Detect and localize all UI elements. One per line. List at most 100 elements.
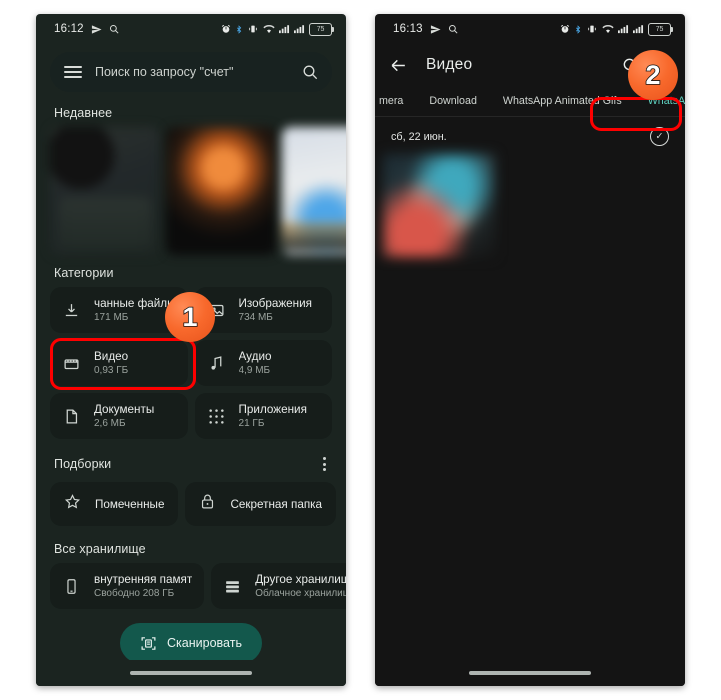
storage-grid: внутренняя памят Свободно 208 ГБ Другое … <box>36 563 346 609</box>
category-size: 2,6 МБ <box>94 418 126 429</box>
back-arrow-icon[interactable] <box>389 56 408 75</box>
bluetooth-icon <box>237 24 242 34</box>
collections-grid: Помеченные Секретная папка <box>36 482 346 526</box>
category-text: Изображения 734 МБ <box>239 297 312 323</box>
recent-section-title: Недавнее <box>54 106 113 120</box>
home-indicator[interactable] <box>130 671 252 675</box>
category-label: Аудио <box>238 350 272 363</box>
storage-label: внутренняя памят <box>94 573 193 586</box>
scan-button-wrap: Сканировать <box>36 623 346 663</box>
category-documents[interactable]: Документы 2,6 МБ <box>50 393 188 439</box>
category-apps[interactable]: Приложения 21 ГБ <box>194 393 332 439</box>
scan-button[interactable]: Сканировать <box>120 623 262 663</box>
collections-header: Подборки <box>54 453 328 475</box>
vibrate-icon <box>249 25 257 33</box>
kebab-menu-icon[interactable] <box>321 453 328 475</box>
page-title: Видео <box>426 56 473 73</box>
category-label: Приложения <box>238 403 307 416</box>
signal-icon <box>294 25 305 34</box>
collection-starred[interactable]: Помеченные <box>50 482 179 526</box>
screenshot-stage: 16:12 75 Поиск по запросу "счет" Недавне… <box>0 0 721 700</box>
tab-camera[interactable]: mera <box>377 91 405 111</box>
date-label: сб, 22 июн. <box>391 130 447 143</box>
category-label: чанные файлы <box>94 297 176 310</box>
check-circle-icon[interactable]: ✓ <box>650 127 669 146</box>
category-label: Видео <box>94 350 129 363</box>
category-label: Документы <box>94 403 155 416</box>
tab-download[interactable]: Download <box>427 91 479 111</box>
send-icon <box>430 24 441 34</box>
send-icon <box>91 24 102 34</box>
category-text: Приложения 21 ГБ <box>239 403 307 429</box>
video-icon <box>62 354 81 373</box>
storage-internal[interactable]: внутренняя памят Свободно 208 ГБ <box>50 563 205 609</box>
download-icon <box>62 301 81 320</box>
battery-indicator: 75 <box>309 22 334 36</box>
phone-icon <box>62 577 81 596</box>
category-images[interactable]: Изображения 734 МБ <box>194 287 332 333</box>
home-indicator-zone <box>375 660 685 686</box>
lock-icon <box>199 493 216 515</box>
status-bar: 16:12 75 <box>36 14 346 44</box>
tab-whatsapp-animated-gifs[interactable]: WhatsApp Animated Gifs <box>501 91 624 111</box>
home-indicator[interactable] <box>469 671 591 675</box>
category-size: 4,9 МБ <box>238 365 271 376</box>
recent-thumb-2[interactable] <box>166 127 276 255</box>
annotation-badge-2: 2 <box>628 50 678 100</box>
signal-icon <box>618 25 629 34</box>
status-bar: 16:13 75 <box>375 14 685 44</box>
signal-icon <box>633 25 644 34</box>
category-text: Видео 0,93 ГБ <box>94 350 128 376</box>
document-icon <box>62 407 81 426</box>
home-indicator-zone <box>36 660 346 686</box>
audio-note-icon <box>207 354 226 373</box>
search-icon[interactable] <box>302 64 318 80</box>
category-label: Изображения <box>238 297 312 310</box>
vibrate-icon <box>588 25 596 33</box>
status-bar-left: 16:12 <box>54 23 119 35</box>
category-text: чанные файлы 171 МБ <box>94 297 176 323</box>
scan-document-icon <box>141 636 156 650</box>
search-bar[interactable]: Поиск по запросу "счет" <box>50 52 332 92</box>
search-icon <box>109 24 119 34</box>
status-time: 16:12 <box>54 23 84 35</box>
status-bar-right: 75 <box>560 22 673 36</box>
recent-thumb-3[interactable] <box>282 127 346 255</box>
status-bar-right: 75 <box>221 22 334 36</box>
storage-sub: Облачное хранилищ <box>255 588 346 599</box>
bluetooth-icon <box>576 24 581 34</box>
date-header: сб, 22 июн. ✓ <box>375 117 685 154</box>
storage-text: внутренняя памят Свободно 208 ГБ <box>94 573 192 599</box>
right-phone-screenshot: 16:13 75 Видео mera Download WhatsApp An… <box>375 14 685 686</box>
recent-thumb-1[interactable] <box>50 127 160 255</box>
category-size: 21 ГБ <box>238 418 265 429</box>
storage-section-title: Все хранилище <box>54 542 146 556</box>
storage-text: Другое хранилищ Облачное хранилищ <box>255 573 346 599</box>
category-size: 0,93 ГБ <box>94 365 129 376</box>
signal-icon <box>279 25 290 34</box>
status-time: 16:13 <box>393 23 423 35</box>
storage-other[interactable]: Другое хранилищ Облачное хранилищ <box>211 563 346 609</box>
left-phone-screenshot: 16:12 75 Поиск по запросу "счет" Недавне… <box>36 14 346 686</box>
collection-label: Секретная папка <box>230 497 323 511</box>
apps-grid-icon <box>207 407 226 426</box>
battery-level: 75 <box>316 25 325 33</box>
storage-list-icon <box>223 577 242 596</box>
status-bar-left: 16:13 <box>393 23 458 35</box>
category-text: Аудио 4,9 МБ <box>239 350 272 376</box>
video-thumb-1[interactable] <box>383 154 495 257</box>
alarm-icon <box>560 24 570 33</box>
category-text: Документы 2,6 МБ <box>94 403 154 429</box>
collections-section-title: Подборки <box>54 457 112 471</box>
recent-thumbnails <box>36 127 346 255</box>
wifi-icon <box>602 25 614 33</box>
collection-label: Помеченные <box>95 497 165 511</box>
collection-secret-folder[interactable]: Секретная папка <box>185 482 337 526</box>
search-icon <box>448 24 458 34</box>
category-audio[interactable]: Аудио 4,9 МБ <box>194 340 332 386</box>
battery-level: 75 <box>655 25 664 33</box>
search-input[interactable]: Поиск по запросу "счет" <box>95 65 289 79</box>
category-video[interactable]: Видео 0,93 ГБ <box>50 340 188 386</box>
star-icon <box>64 493 81 515</box>
hamburger-icon[interactable] <box>64 65 82 79</box>
